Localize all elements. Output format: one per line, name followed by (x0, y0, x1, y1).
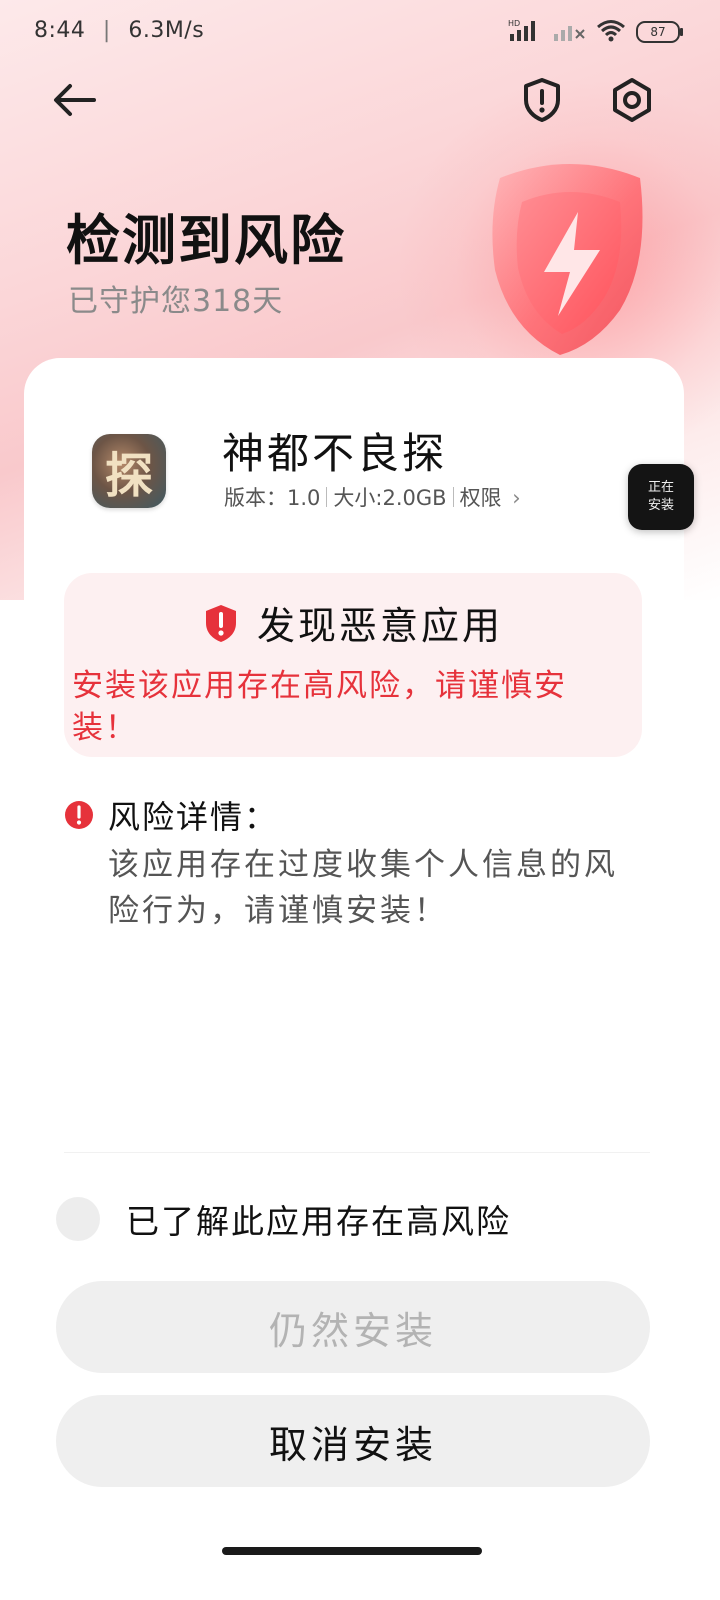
acknowledge-checkbox[interactable] (56, 1197, 100, 1241)
risk-details-label: 风险详情： (108, 798, 279, 836)
info-alert-icon (65, 801, 93, 829)
install-anyway-button[interactable]: 仍然安装 (56, 1281, 650, 1373)
home-indicator[interactable] (222, 1547, 482, 1555)
badge-line-1: 正在 (647, 480, 674, 495)
app-icon: 探 (92, 434, 166, 508)
protection-days: 已守护您318天 (68, 284, 284, 319)
wifi-icon (596, 18, 626, 46)
app-version: 版本：1.0 (224, 486, 321, 510)
shield-alert-icon (524, 78, 560, 122)
alert-message: 安装该应用存在高风险，请谨慎安装！ (72, 668, 567, 746)
meta-divider (452, 487, 454, 507)
chevron-right-icon: › (512, 486, 521, 510)
acknowledge-row[interactable]: 已了解此应用存在高风险 (56, 1195, 511, 1243)
status-time-group: 8:44 | 6.3M/s (34, 18, 204, 43)
status-separator: | (102, 18, 111, 43)
app-meta: 版本：1.0 大小:2.0GB 权限 › (224, 482, 521, 512)
battery-icon: 87 (636, 21, 683, 43)
divider (64, 1152, 650, 1153)
back-button[interactable] (46, 72, 102, 128)
permissions-link[interactable]: 权限 › (460, 482, 521, 512)
acknowledge-label: 已了解此应用存在高风险 (126, 1202, 511, 1241)
installing-floating-badge[interactable]: 正在 安装 (628, 464, 694, 530)
status-bar: 8:44 | 6.3M/s HD 87 (0, 0, 720, 64)
meta-divider (326, 487, 328, 507)
signal-icon: HD (508, 18, 542, 46)
shield-warning-icon (205, 604, 236, 642)
arrow-left-icon (54, 84, 96, 116)
permissions-label: 权限 (459, 486, 502, 510)
status-icons: HD 87 (508, 18, 683, 46)
signal-disabled-icon (552, 18, 586, 46)
report-button[interactable] (514, 72, 570, 128)
risk-details-text: 该应用存在过度收集个人信息的风险行为，请谨慎安装！ (108, 847, 618, 929)
malicious-alert-box: 发现恶意应用 安装该应用存在高风险，请谨慎安装！ (64, 573, 642, 757)
network-speed: 6.3M/s (128, 18, 205, 43)
risk-details-header: 风险详情： (64, 792, 278, 838)
screen: 8:44 | 6.3M/s HD 87 检测到风险 已守护您318天 探 神都不… (0, 0, 720, 1600)
hd-label: HD (508, 19, 520, 28)
cancel-install-button[interactable]: 取消安装 (56, 1395, 650, 1487)
app-name: 神都不良探 (222, 429, 448, 478)
gear-icon (613, 78, 651, 122)
app-size: 大小:2.0GB (333, 486, 447, 510)
page-title: 检测到风险 (66, 209, 346, 272)
badge-line-2: 安装 (647, 498, 674, 513)
alert-title: 发现恶意应用 (256, 604, 503, 648)
settings-button[interactable] (604, 72, 660, 128)
alert-header: 发现恶意应用 (64, 595, 642, 650)
status-time: 8:44 (34, 18, 86, 43)
shield-lightning-icon (470, 150, 670, 360)
